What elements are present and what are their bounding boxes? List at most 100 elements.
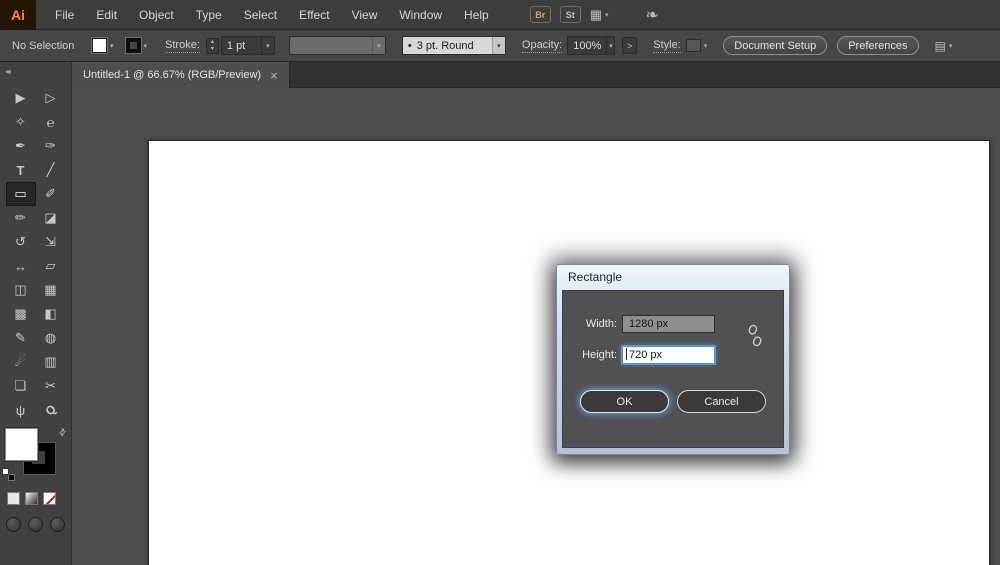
fill-swatch-icon xyxy=(92,38,107,53)
hand-tool[interactable]: ψ xyxy=(6,398,36,422)
none-button[interactable] xyxy=(43,492,56,505)
screen-mode-button[interactable] xyxy=(50,517,65,532)
dialog-title[interactable]: Rectangle xyxy=(557,265,789,290)
fill-swatch[interactable] xyxy=(5,428,38,461)
close-icon[interactable]: × xyxy=(270,69,278,82)
cancel-button[interactable]: Cancel xyxy=(677,390,766,413)
eraser-tool[interactable]: ◪ xyxy=(36,206,66,230)
menu-view[interactable]: View xyxy=(341,0,389,30)
stroke-color-dropdown[interactable]: ▾ xyxy=(126,38,148,53)
fill-color-dropdown[interactable]: ▾ xyxy=(92,38,114,53)
chevron-down-icon: ▾ xyxy=(377,42,381,50)
slice-tool[interactable]: ✂ xyxy=(36,374,66,398)
swap-fill-stroke-icon[interactable]: ⇄ xyxy=(57,426,70,439)
mesh-tool[interactable]: ▩ xyxy=(6,302,36,326)
preferences-button[interactable]: Preferences xyxy=(837,36,918,55)
paintbrush-tool[interactable]: ✐ xyxy=(36,182,66,206)
text-caret xyxy=(626,348,627,360)
stock-button[interactable]: St xyxy=(560,6,581,23)
height-input[interactable] xyxy=(622,346,715,364)
direct-selection-tool[interactable]: ▷ xyxy=(36,86,66,110)
menu-object[interactable]: Object xyxy=(128,0,185,30)
menu-list: FileEditObjectTypeSelectEffectViewWindow… xyxy=(44,0,500,30)
dialog-body: Width: Height: OK Cancel xyxy=(562,290,784,448)
rectangle-tool[interactable]: ▭ xyxy=(6,182,36,206)
zoom-icon: Q xyxy=(42,402,58,419)
menu-help[interactable]: Help xyxy=(453,0,500,30)
style-label[interactable]: Style: xyxy=(653,39,681,53)
stroke-panel-label[interactable]: Stroke: xyxy=(165,39,200,53)
color-button[interactable] xyxy=(7,492,20,505)
selection-icon: ▶ xyxy=(16,90,26,106)
free-transform-tool[interactable]: ▱ xyxy=(36,254,66,278)
stroke-weight-stepper[interactable]: ▴ ▾ xyxy=(206,38,219,54)
opacity-dropdown[interactable]: 100% ▾ xyxy=(567,36,615,55)
draw-normal-button[interactable] xyxy=(6,517,21,532)
lasso-tool[interactable]: ℮ xyxy=(36,110,66,134)
width-tool[interactable]: ↔ xyxy=(6,254,36,278)
artboard-tool[interactable]: ❏ xyxy=(6,374,36,398)
draw-behind-button[interactable] xyxy=(28,517,43,532)
magic-wand-icon: ✧ xyxy=(15,114,26,130)
brush-definition-dropdown[interactable]: • 3 pt. Round ▾ xyxy=(402,36,506,55)
shape-builder-icon: ◫ xyxy=(14,282,26,298)
width-input[interactable] xyxy=(622,315,715,333)
blob-brush-tool[interactable]: ✑ xyxy=(36,134,66,158)
pencil-icon: ✏ xyxy=(15,210,26,226)
shape-builder-tool[interactable]: ◫ xyxy=(6,278,36,302)
selection-status: No Selection xyxy=(12,40,88,52)
menu-type[interactable]: Type xyxy=(185,0,233,30)
perspective-grid-tool[interactable]: ▦ xyxy=(36,278,66,302)
constrain-proportions-icon[interactable] xyxy=(747,324,763,353)
color-mode-row xyxy=(0,492,71,505)
type-tool[interactable]: T xyxy=(6,158,36,182)
fill-stroke-controls: ⇄ xyxy=(0,426,71,482)
chevron-down-icon: ▾ xyxy=(110,42,114,50)
menu-edit[interactable]: Edit xyxy=(85,0,128,30)
graphic-style-dropdown[interactable]: ▾ xyxy=(686,39,708,52)
free-transform-icon: ▱ xyxy=(46,258,56,274)
gradient-button[interactable] xyxy=(25,492,38,505)
opacity-value: 100% xyxy=(568,40,606,52)
document-setup-button[interactable]: Document Setup xyxy=(723,36,827,55)
pen-tool[interactable]: ✒ xyxy=(6,134,36,158)
menu-file[interactable]: File xyxy=(44,0,85,30)
control-bar: No Selection ▾ ▾ Stroke: ▴ ▾ 1 pt ▾ ▾ • … xyxy=(0,30,1000,62)
tools-panel: ◂◂ ▶ ▷ ✧ ℮ ✒✑T╱ ▭ ✐ ✏ ◪ ↺⇲↔ ▱ ◫ ▦▩◧✎ ◍ ☄▥❏✂ψQ ⇄ xyxy=(0,62,72,565)
blend-icon: ◍ xyxy=(45,330,56,346)
swirl-icon[interactable]: ❧ xyxy=(646,5,659,25)
direct-selection-icon: ▷ xyxy=(46,90,56,106)
selection-tool[interactable]: ▶ xyxy=(6,86,36,110)
tab-title: Untitled-1 @ 66.67% (RGB/Preview) xyxy=(83,69,261,81)
rectangle-icon: ▭ xyxy=(14,186,26,202)
symbol-sprayer-tool[interactable]: ☄ xyxy=(6,350,36,374)
default-fill-stroke-icon[interactable] xyxy=(2,468,15,481)
lasso-icon: ℮ xyxy=(47,115,55,130)
stroke-weight-dropdown[interactable]: 1 pt ▾ xyxy=(221,36,275,55)
bridge-button[interactable]: Br xyxy=(530,6,551,23)
pasteboard[interactable] xyxy=(72,88,1000,565)
graphic-style-swatch-icon xyxy=(686,39,701,52)
menu-effect[interactable]: Effect xyxy=(288,0,340,30)
rotate-tool[interactable]: ↺ xyxy=(6,230,36,254)
column-graph-tool[interactable]: ▥ xyxy=(36,350,66,374)
align-options-dropdown[interactable]: ▤ ▾ xyxy=(935,39,953,53)
gradient-tool[interactable]: ◧ xyxy=(36,302,66,326)
line-segment-tool[interactable]: ╱ xyxy=(36,158,66,182)
arrange-documents-button[interactable]: ▦ ▾ xyxy=(590,7,609,23)
pencil-tool[interactable]: ✏ xyxy=(6,206,36,230)
blend-tool[interactable]: ◍ xyxy=(36,326,66,350)
ok-button[interactable]: OK xyxy=(580,390,669,413)
menu-window[interactable]: Window xyxy=(388,0,453,30)
scale-tool[interactable]: ⇲ xyxy=(36,230,66,254)
document-tab[interactable]: Untitled-1 @ 66.67% (RGB/Preview) × xyxy=(72,62,290,88)
menu-select[interactable]: Select xyxy=(233,0,288,30)
eyedropper-tool[interactable]: ✎ xyxy=(6,326,36,350)
collapse-panel-button[interactable]: ◂◂ xyxy=(5,67,9,76)
width-profile-dropdown: ▾ xyxy=(289,36,386,55)
eraser-icon: ◪ xyxy=(44,210,56,226)
zoom-tool[interactable]: Q xyxy=(36,398,66,422)
magic-wand-tool[interactable]: ✧ xyxy=(6,110,36,134)
transparency-panel-button[interactable]: > xyxy=(622,37,637,54)
opacity-label[interactable]: Opacity: xyxy=(522,39,562,53)
